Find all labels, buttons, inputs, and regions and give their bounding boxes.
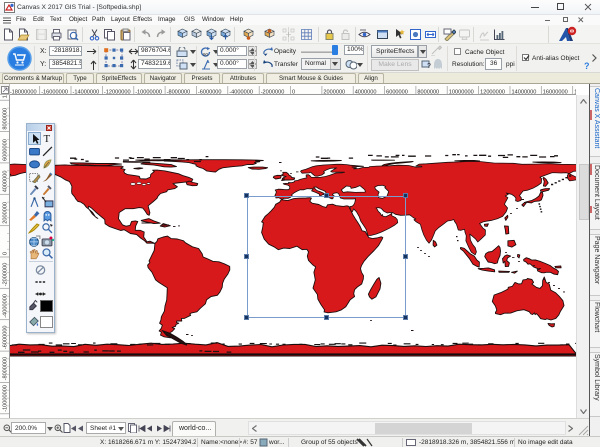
svg-text:-8000000: -8000000 — [3, 357, 9, 381]
svg-text:90: 90 — [203, 52, 209, 57]
svg-text:10000000: 10000000 — [3, 95, 9, 98]
svg-text:?: ? — [427, 63, 431, 70]
svg-text:-6000000: -6000000 — [3, 325, 9, 349]
svg-text:2000000: 2000000 — [3, 202, 9, 224]
svg-text:0: 0 — [3, 252, 9, 255]
svg-text:-10000000: -10000000 — [3, 385, 9, 412]
svg-text:4000000: 4000000 — [3, 171, 9, 193]
svg-text:-4000000: -4000000 — [3, 294, 9, 318]
svg-text:T: T — [44, 133, 51, 145]
svg-text:-2000000: -2000000 — [3, 263, 9, 287]
svg-text:8000000: 8000000 — [3, 108, 9, 130]
svg-text:6000000: 6000000 — [3, 139, 9, 161]
